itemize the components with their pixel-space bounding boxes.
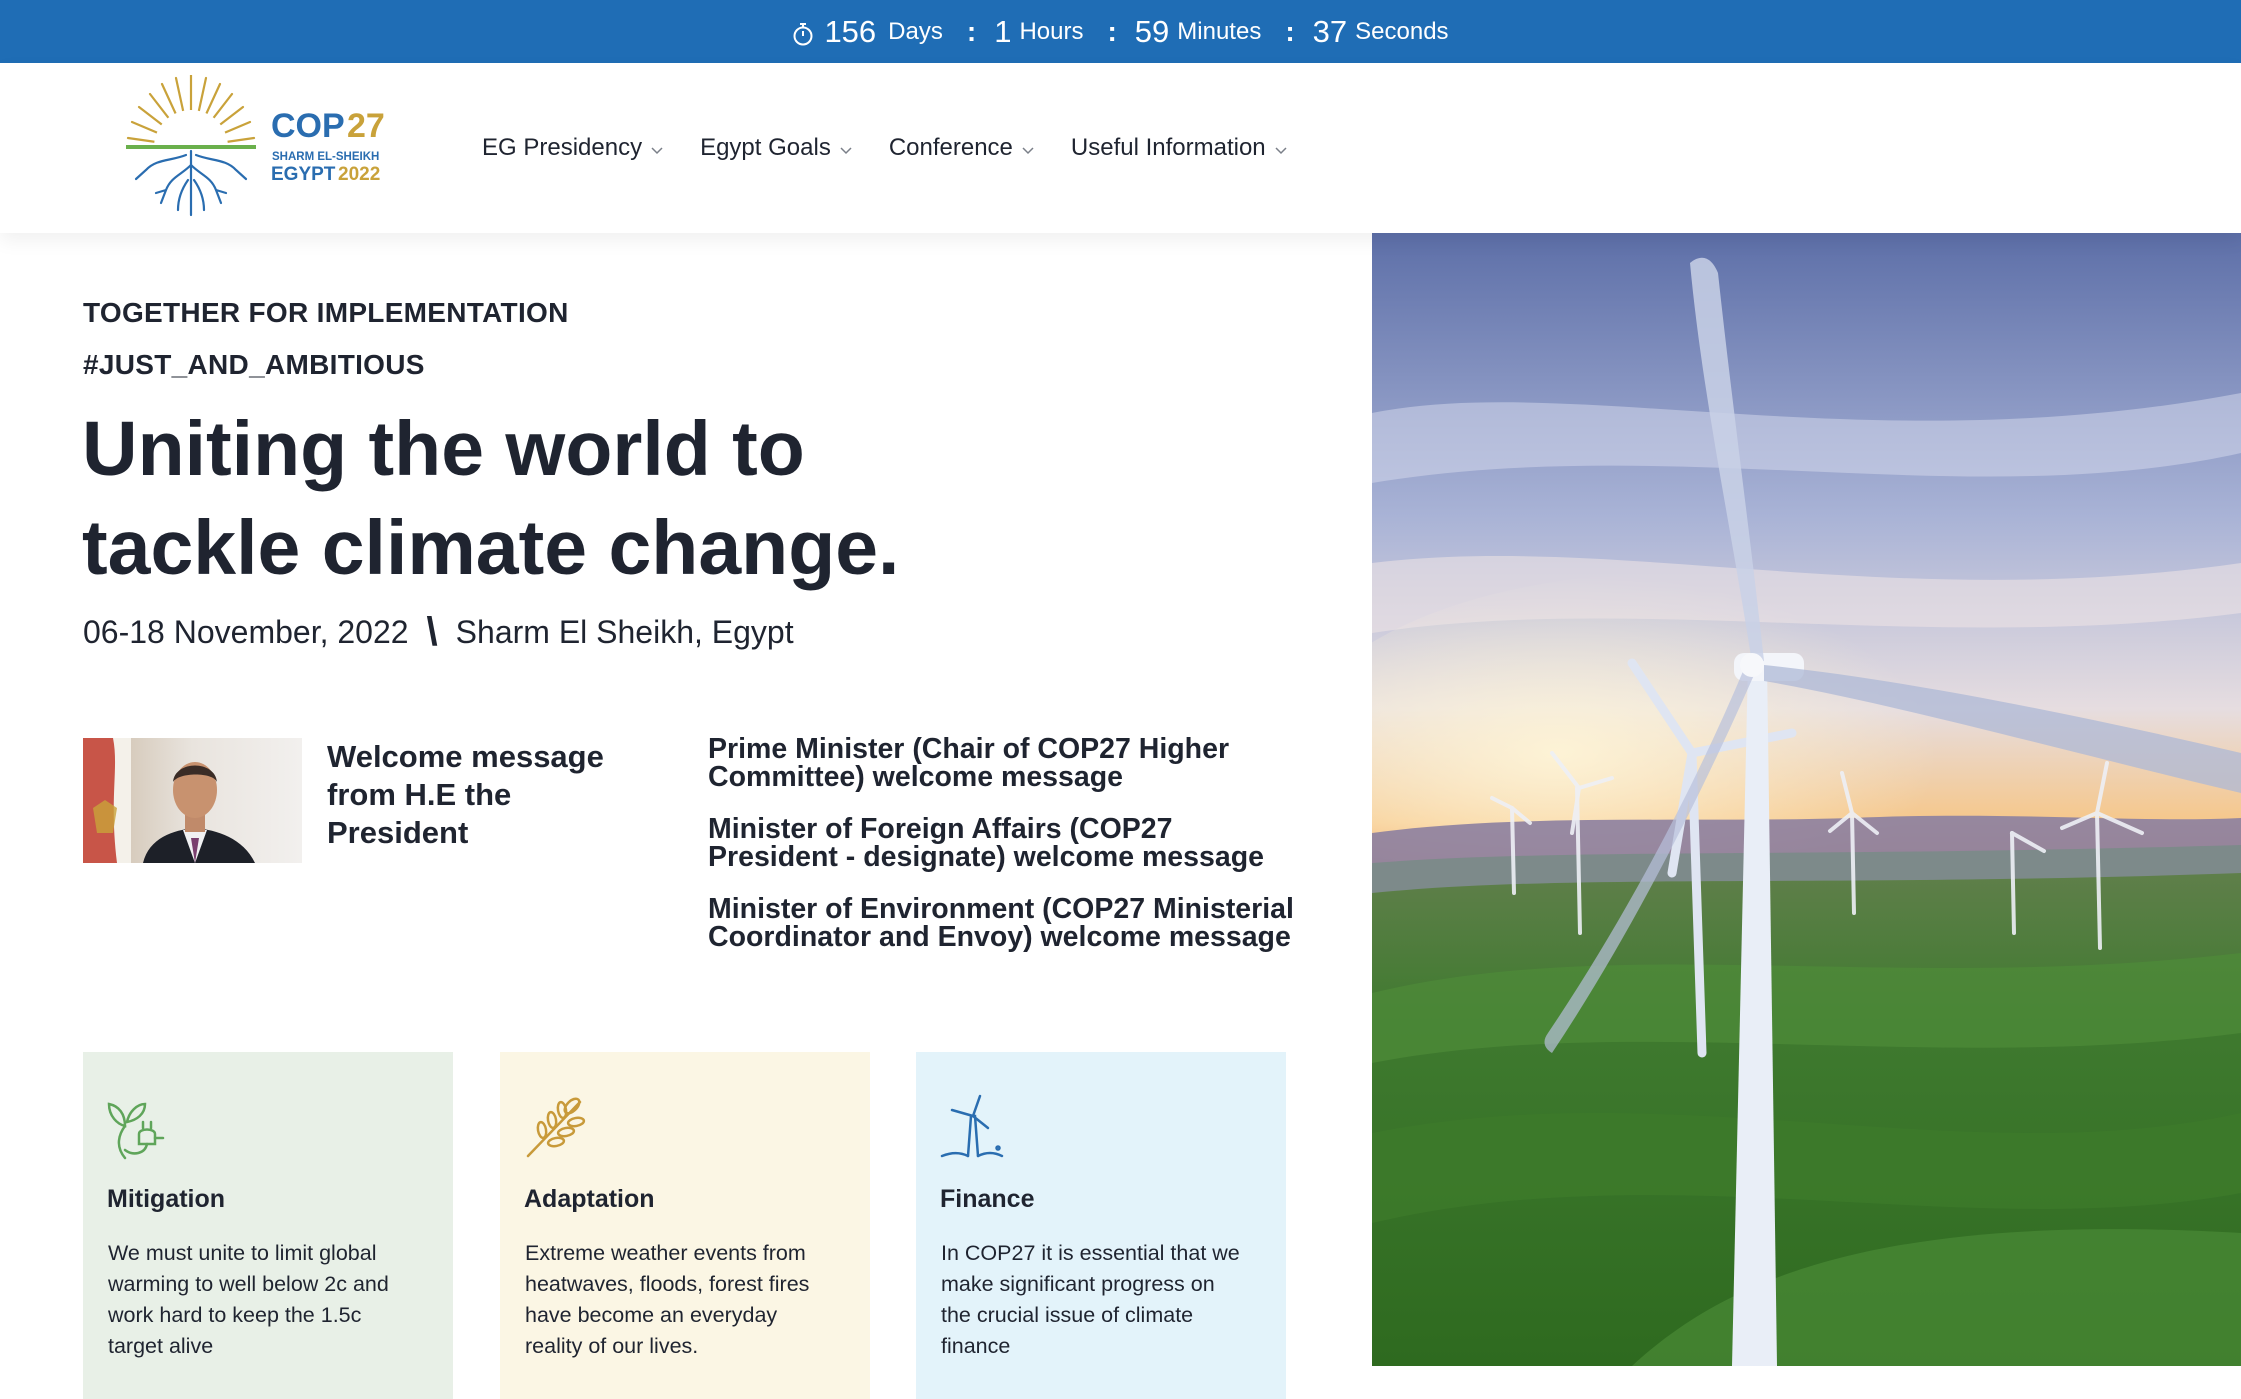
mitigation-card[interactable]: Mitigation We must unite to limit global…	[83, 1052, 453, 1399]
nav-item-label: EG Presidency	[482, 134, 643, 161]
countdown-bar: 156 Days : 1 Hours : 59 Minutes : 37 Sec…	[0, 0, 2241, 63]
countdown-days-value: 156	[824, 13, 877, 49]
dateline-separator: \	[426, 610, 438, 654]
cop27-logo[interactable]: COP 27 SHARM EL-SHEIKH EGYPT 2022	[126, 75, 396, 220]
president-welcome-link[interactable]: Welcome message from H.E the President	[327, 738, 617, 852]
prime-minister-message-link[interactable]: Prime Minister (Chair of COP27 Higher Co…	[708, 735, 1308, 792]
countdown-seconds-label: Seconds	[1355, 17, 1449, 45]
svg-text:2022: 2022	[338, 164, 380, 185]
chevron-down-icon	[840, 147, 852, 155]
foreign-affairs-message-link[interactable]: Minister of Foreign Affairs (COP27 Presi…	[708, 815, 1308, 872]
countdown-hours-value: 1	[994, 13, 1012, 49]
nav-item-label: Egypt Goals	[700, 134, 831, 161]
logo-27-text: 27	[347, 107, 385, 145]
wind-turbine-icon	[940, 1094, 1004, 1158]
countdown-separator: :	[1107, 15, 1117, 47]
site-header: COP 27 SHARM EL-SHEIKH EGYPT 2022 EG Pre…	[0, 63, 2241, 233]
nav-item-useful-information[interactable]: Useful Information	[1071, 134, 1288, 162]
countdown-hours-label: Hours	[1019, 17, 1084, 45]
countdown-days-label: Days	[888, 17, 943, 45]
card-description: Extreme weather events from heatwaves, f…	[525, 1241, 810, 1358]
finance-card[interactable]: Finance In COP27 it is essential that we…	[916, 1052, 1286, 1399]
countdown-minutes-value: 59	[1134, 13, 1170, 49]
card-title: Adaptation	[524, 1185, 655, 1213]
countdown-minutes-label: Minutes	[1177, 17, 1262, 45]
president-photo[interactable]	[83, 738, 302, 863]
chevron-down-icon	[651, 147, 663, 155]
chevron-down-icon	[1275, 147, 1287, 155]
wheat-icon	[526, 1097, 586, 1158]
svg-text:SHARM EL-SHEIKH: SHARM EL-SHEIKH	[272, 151, 379, 163]
hero-headline: Uniting the world to tackle climate chan…	[82, 400, 962, 598]
countdown-separator: :	[966, 15, 977, 47]
main-nav: EG Presidency Egypt Goals Conference Use…	[482, 63, 1324, 233]
hero-wind-turbines-image	[1372, 233, 2241, 1366]
nav-item-label: Useful Information	[1070, 134, 1266, 161]
hero-headline-line2: tackle climate change.	[82, 505, 900, 591]
countdown-separator: :	[1285, 15, 1295, 47]
nav-item-conference[interactable]: Conference	[889, 134, 1035, 162]
adaptation-card[interactable]: Adaptation Extreme weather events from h…	[500, 1052, 870, 1399]
svg-text:EGYPT: EGYPT	[271, 164, 336, 185]
hero-kicker-theme: TOGETHER FOR IMPLEMENTATION	[83, 297, 569, 328]
nav-item-eg-presidency[interactable]: EG Presidency	[482, 134, 664, 162]
event-dateline: 06-18 November, 2022 \ Sharm El Sheikh, …	[83, 610, 794, 655]
hero-headline-line1: Uniting the world to	[82, 406, 805, 492]
nav-item-label: Conference	[888, 134, 1013, 161]
card-title: Mitigation	[107, 1185, 226, 1213]
event-location: Sharm El Sheikh, Egypt	[455, 614, 794, 650]
president-portrait-image	[83, 738, 302, 863]
welcome-messages-list: Prime Minister (Chair of COP27 Higher Co…	[708, 735, 1308, 975]
logo-cop-text: COP	[271, 107, 345, 145]
nav-item-egypt-goals[interactable]: Egypt Goals	[700, 134, 853, 162]
countdown-seconds-value: 37	[1312, 13, 1348, 49]
card-description: In COP27 it is essential that we make si…	[941, 1241, 1240, 1358]
plant-plug-icon	[107, 1102, 165, 1160]
card-description: We must unite to limit global warming to…	[108, 1241, 389, 1358]
hero-kicker-hashtag: #JUST_AND_AMBITIOUS	[83, 349, 425, 380]
environment-minister-message-link[interactable]: Minister of Environment (COP27 Ministeri…	[708, 895, 1308, 952]
card-title: Finance	[940, 1185, 1035, 1213]
stopwatch-icon	[793, 22, 813, 45]
chevron-down-icon	[1022, 147, 1034, 155]
event-dates: 06-18 November, 2022	[83, 614, 409, 650]
